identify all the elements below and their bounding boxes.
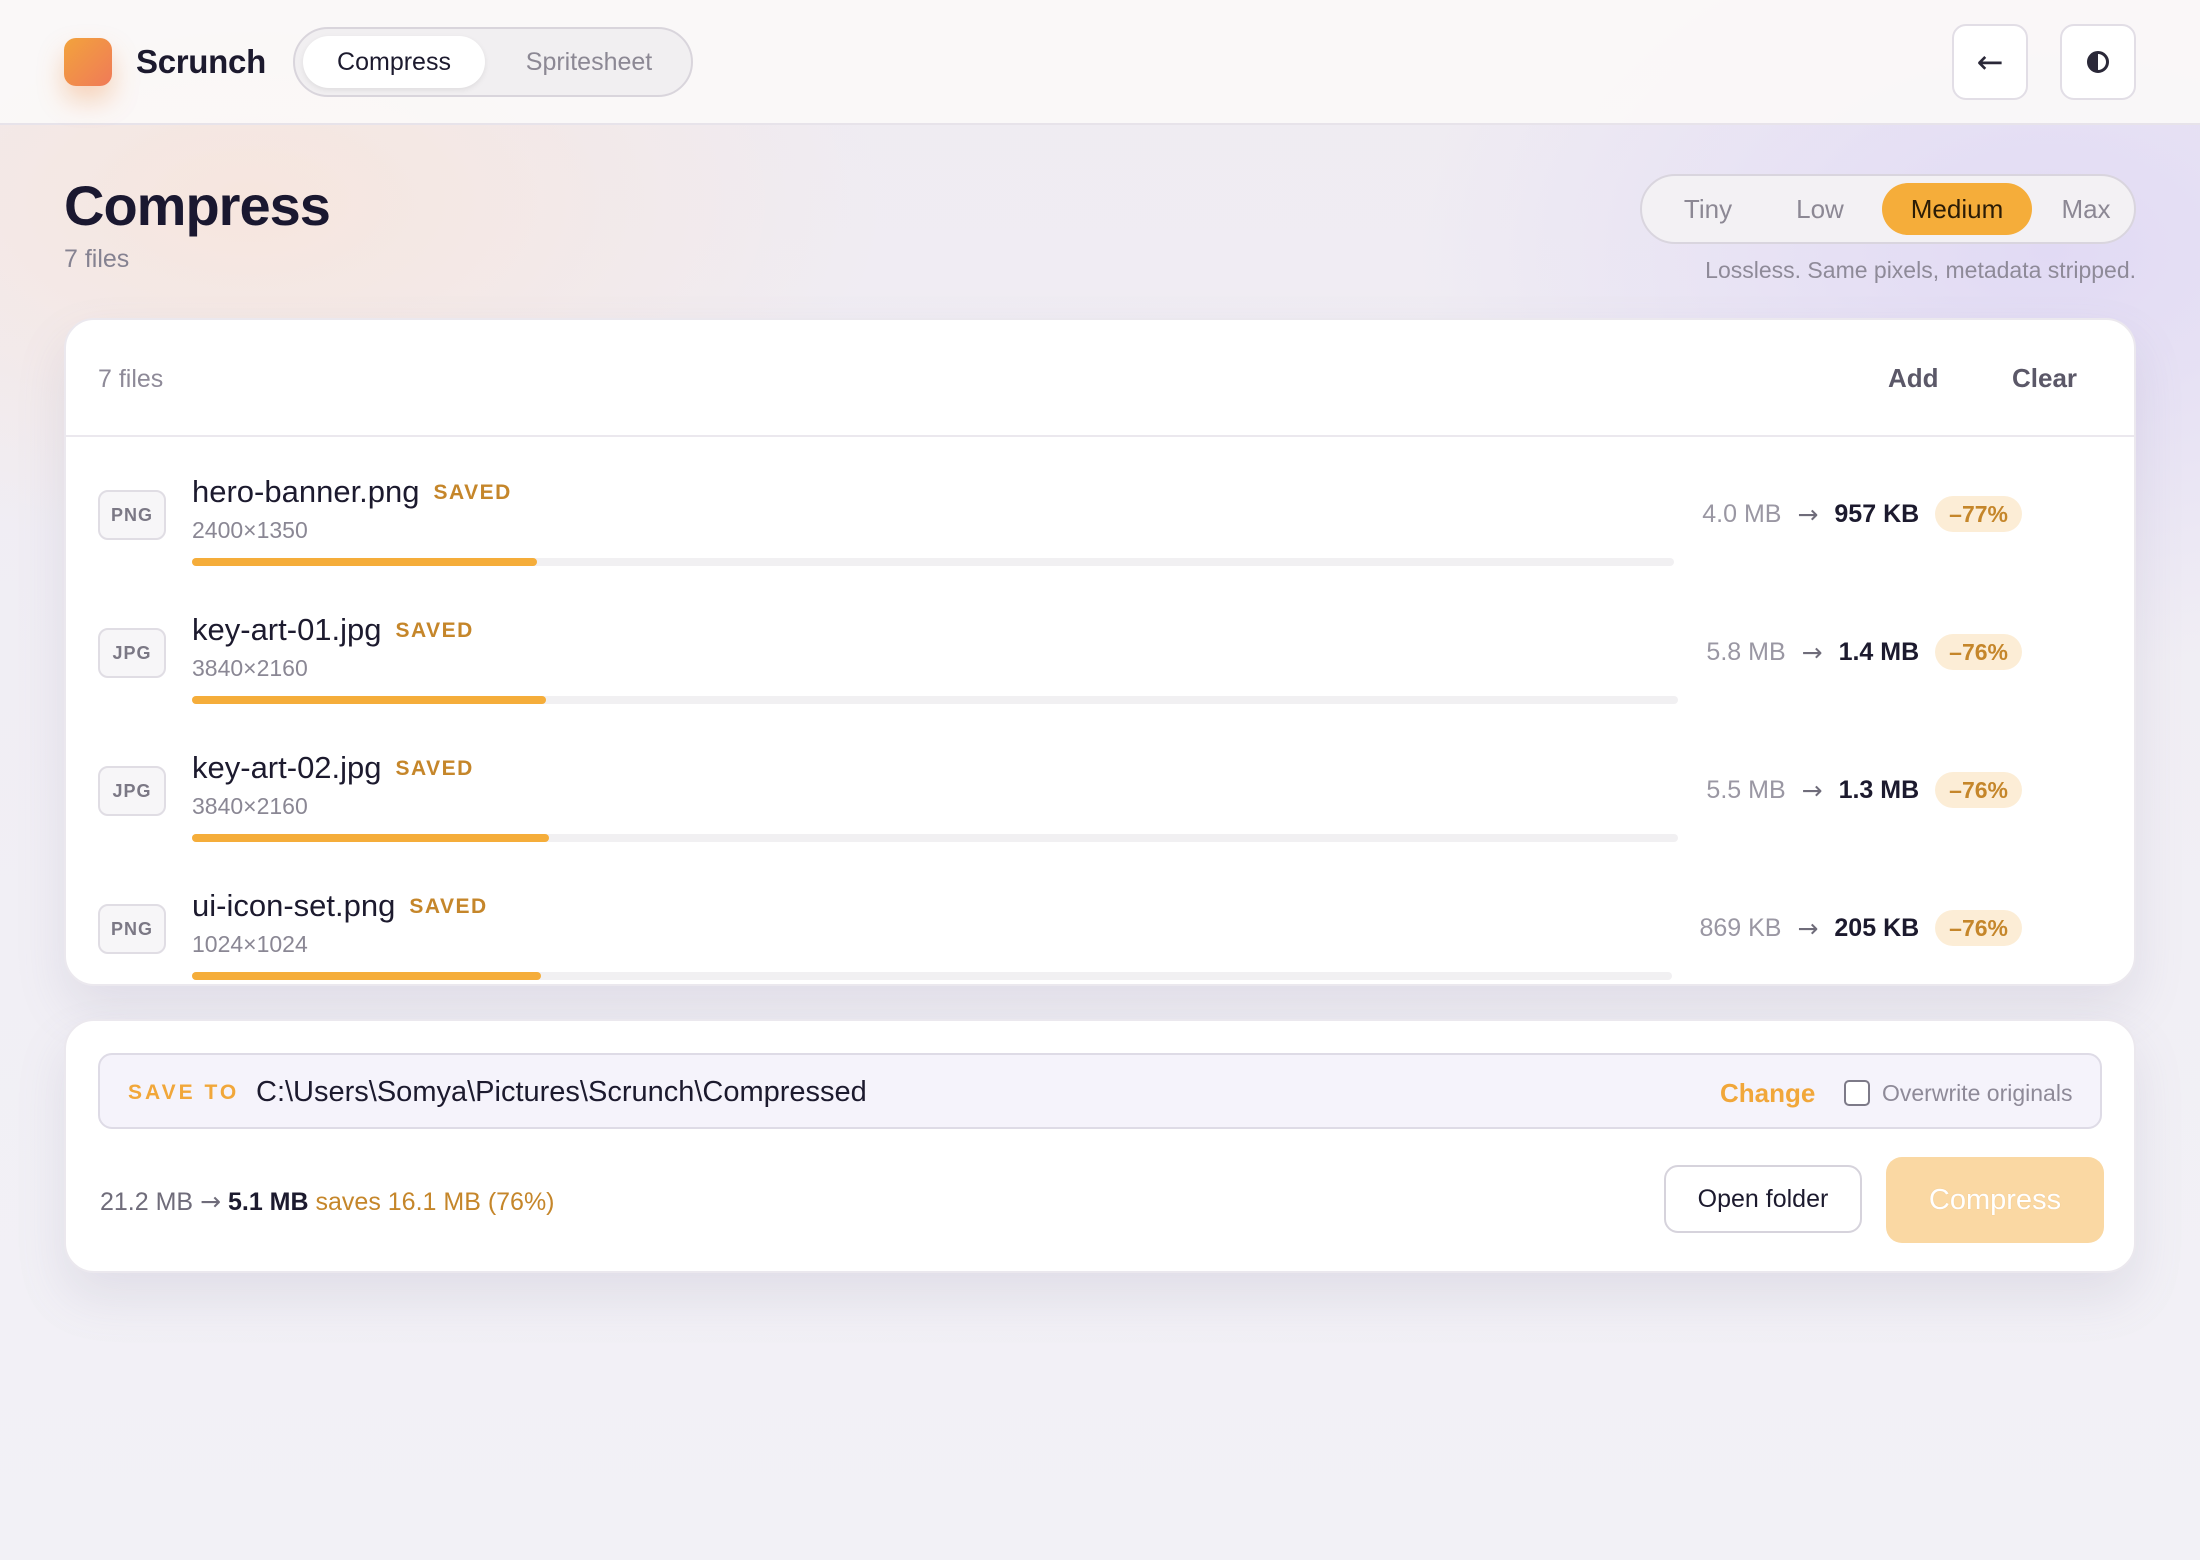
add-button[interactable]: Add	[1888, 360, 1939, 396]
arrow-left-icon: ←	[1976, 43, 2004, 81]
file-type-badge: JPG	[98, 766, 166, 816]
file-row[interactable]: JPG key-art-02.jpg SAVED 3840×2160 5.5 MB…	[66, 716, 2134, 854]
page-subtitle: 7 files	[64, 245, 130, 273]
reduction-badge: –77%	[1935, 496, 2022, 532]
size-info: 869 KB → 205 KB –76%	[1699, 908, 2022, 948]
file-name-text: key-art-02.jpg	[192, 750, 382, 785]
saved-tag: SAVED	[433, 481, 512, 504]
quality-option-max[interactable]: Max	[2038, 183, 2134, 235]
size-before: 5.8 MB	[1706, 637, 1786, 666]
file-list-card: 7 files Add Clear PNG hero-banner.png SAV…	[64, 318, 2136, 986]
progress-bar	[192, 696, 1678, 704]
back-button[interactable]: ←	[1952, 24, 2028, 100]
saved-tag: SAVED	[409, 895, 488, 918]
save-to-label: SAVE TO	[128, 1081, 240, 1104]
saved-tag: SAVED	[395, 619, 474, 642]
total-before: 21.2 MB	[100, 1188, 194, 1216]
file-row[interactable]: JPG key-art-01.jpg SAVED 3840×2160 5.8 MB…	[66, 578, 2134, 716]
tab-compress[interactable]: Compress	[303, 36, 485, 88]
compress-button[interactable]: Compress	[1886, 1157, 2104, 1243]
size-after: 1.3 MB	[1838, 775, 1920, 804]
open-folder-button[interactable]: Open folder	[1664, 1165, 1862, 1233]
size-before: 4.0 MB	[1702, 499, 1782, 528]
file-dimensions: 3840×2160	[192, 793, 308, 819]
total-after: 5.1 MB	[227, 1188, 309, 1216]
quality-option-low[interactable]: Low	[1766, 183, 1874, 235]
file-name: ui-icon-set.png SAVED	[192, 886, 488, 927]
reduction-badge: –76%	[1935, 634, 2022, 670]
progress-fill	[192, 558, 538, 566]
theme-toggle-button[interactable]	[2060, 24, 2136, 100]
savings-summary: 21.2 MB → 5.1 MB saves 16.1 MB (76%)	[100, 1185, 555, 1219]
file-list-header: 7 files Add Clear	[66, 320, 2134, 437]
file-name-text: ui-icon-set.png	[192, 888, 396, 923]
app-logo	[64, 38, 112, 86]
progress-fill	[192, 696, 546, 704]
file-row[interactable]: PNG ui-icon-set.png SAVED 1024×1024 869 K…	[66, 854, 2134, 984]
arrow-right-icon: →	[1801, 775, 1823, 805]
progress-fill	[192, 834, 549, 842]
quality-option-tiny[interactable]: Tiny	[1654, 183, 1762, 235]
arrow-right-icon: →	[1801, 637, 1823, 667]
progress-bar	[192, 558, 1674, 566]
progress-bar	[192, 834, 1678, 842]
progress-fill	[192, 972, 542, 980]
size-info: 4.0 MB → 957 KB –77%	[1702, 494, 2022, 534]
file-name: key-art-01.jpg SAVED	[192, 610, 474, 651]
arrow-right-icon: →	[1797, 499, 1819, 529]
file-type-badge: PNG	[98, 904, 166, 954]
reduction-badge: –76%	[1935, 772, 2022, 808]
size-after: 205 KB	[1834, 913, 1920, 942]
saved-tag: SAVED	[395, 757, 474, 780]
arrow-right-icon: →	[1797, 913, 1819, 943]
quality-hint: Lossless. Same pixels, metadata stripped…	[1705, 257, 2136, 283]
top-bar: Scrunch Compress Spritesheet ←	[0, 0, 2200, 125]
size-before: 5.5 MB	[1706, 775, 1786, 804]
size-info: 5.5 MB → 1.3 MB –76%	[1706, 770, 2022, 810]
file-dimensions: 3840×2160	[192, 655, 308, 681]
quality-option-medium[interactable]: Medium	[1882, 183, 2032, 235]
file-name-text: key-art-01.jpg	[192, 612, 382, 647]
save-path: C:\Users\Somya\Pictures\Scrunch\Compress…	[256, 1076, 867, 1108]
file-count: 7 files	[98, 365, 164, 393]
change-button[interactable]: Change	[1720, 1075, 1815, 1111]
file-name: key-art-02.jpg SAVED	[192, 748, 474, 789]
contrast-icon	[2087, 51, 2109, 73]
file-type-badge: PNG	[98, 490, 166, 540]
file-name: hero-banner.png SAVED	[192, 472, 512, 513]
clear-button[interactable]: Clear	[2012, 360, 2077, 396]
total-savings: saves 16.1 MB (76%)	[315, 1188, 555, 1216]
overwrite-label[interactable]: Overwrite originals	[1882, 1077, 2072, 1109]
app-name: Scrunch	[136, 43, 266, 80]
file-type-badge: JPG	[98, 628, 166, 678]
save-card: SAVE TO C:\Users\Somya\Pictures\Scrunch\…	[64, 1019, 2136, 1273]
size-after: 957 KB	[1834, 499, 1920, 528]
tab-spritesheet[interactable]: Spritesheet	[491, 36, 687, 88]
file-name-text: hero-banner.png	[192, 474, 420, 509]
arrow-right-icon: →	[200, 1187, 222, 1216]
reduction-badge: –76%	[1935, 910, 2022, 946]
overwrite-checkbox[interactable]	[1844, 1080, 1870, 1106]
size-before: 869 KB	[1699, 913, 1782, 942]
page-title: Compress	[64, 174, 331, 237]
size-after: 1.4 MB	[1838, 637, 1920, 666]
size-info: 5.8 MB → 1.4 MB –76%	[1706, 632, 2022, 672]
file-dimensions: 2400×1350	[192, 517, 308, 543]
progress-bar	[192, 972, 1672, 980]
mode-tabs: Compress Spritesheet	[293, 27, 693, 97]
quality-selector: Tiny Low Medium Max	[1640, 174, 2136, 244]
file-row[interactable]: PNG hero-banner.png SAVED 2400×1350 4.0 M…	[66, 440, 2134, 578]
save-destination: SAVE TO C:\Users\Somya\Pictures\Scrunch\…	[98, 1053, 2102, 1129]
file-dimensions: 1024×1024	[192, 931, 308, 957]
